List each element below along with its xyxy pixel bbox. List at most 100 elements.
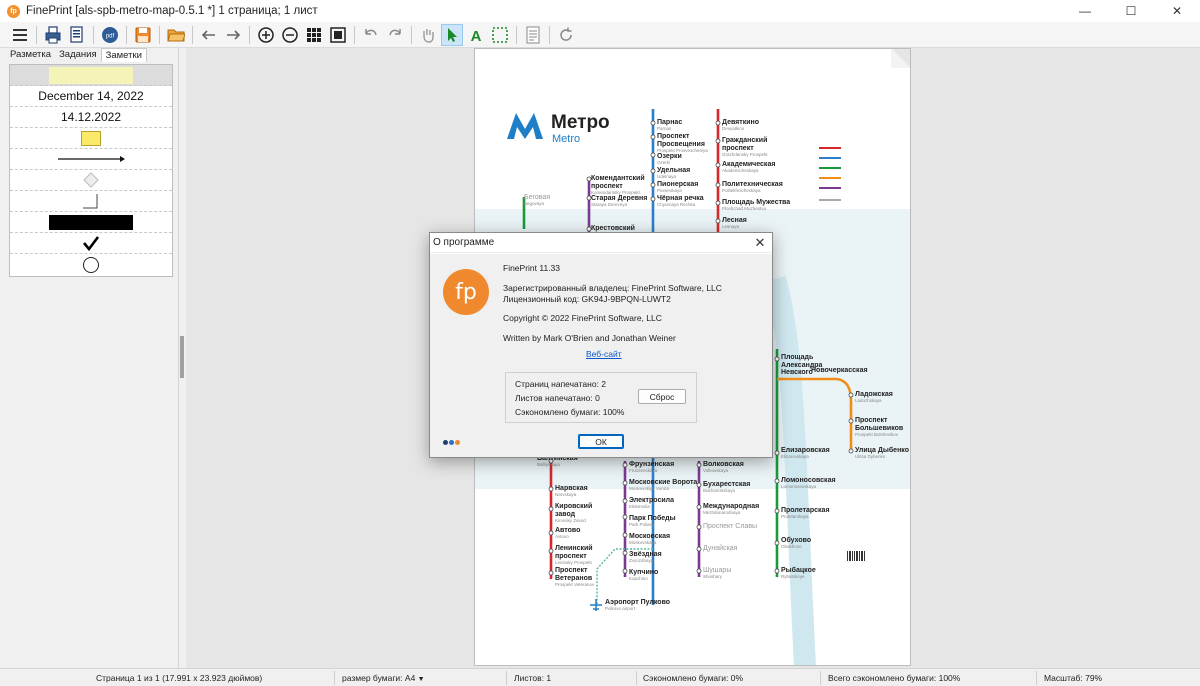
- dialog-body: fp FinePrint 11.33 Зарегистрированный вл…: [430, 254, 772, 457]
- status-separator: [820, 671, 821, 685]
- close-window-button[interactable]: ✕: [1154, 0, 1200, 22]
- note-arrow-item[interactable]: [10, 149, 172, 170]
- page-setup-button[interactable]: [522, 24, 544, 46]
- status-paper-saved: Сэкономлено бумаги: 0%: [643, 673, 744, 683]
- station-leninsky-en: Leninsky Prospekt: [555, 560, 592, 565]
- print-button[interactable]: [42, 24, 64, 46]
- arrow-right-icon: [227, 29, 241, 40]
- minimize-button[interactable]: —: [1062, 0, 1108, 22]
- station-prosv: Проспект Просвещения: [657, 133, 705, 148]
- tab-markup[interactable]: Разметка: [6, 48, 55, 62]
- thumbnails-button[interactable]: [303, 24, 325, 46]
- redo-button[interactable]: [384, 24, 406, 46]
- station-avtovo-en: Avtovo: [555, 534, 569, 539]
- zoom-out-icon: [282, 26, 298, 43]
- station-bolshevikov-en: Prospekt Bolshevikov: [855, 432, 899, 437]
- select-tool-button[interactable]: [441, 23, 463, 46]
- diamond-icon: [83, 172, 99, 188]
- refresh-button[interactable]: [555, 24, 577, 46]
- pdf-button[interactable]: pdf: [99, 24, 121, 46]
- note-date-long-item[interactable]: December 14, 2022: [10, 86, 172, 107]
- ok-button[interactable]: ОК: [578, 434, 624, 449]
- status-total-saved: Всего сэкономлено бумаги: 100%: [828, 673, 961, 683]
- airplane-icon: [590, 599, 602, 611]
- pages-printed: Страниц напечатано: 2: [515, 379, 606, 389]
- station-novocherkasskaya: Новочеркасская: [811, 367, 868, 374]
- station-veteranov-en: Prospekt Veteranov: [555, 582, 595, 587]
- note-date-short-item[interactable]: 14.12.2022: [10, 107, 172, 128]
- station-komendantsky: Комендантский проспект: [591, 175, 645, 190]
- station-kupchino-en: Kupchino: [629, 576, 648, 581]
- zoom-in-button[interactable]: [255, 24, 277, 46]
- toolbar-separator: [516, 25, 517, 44]
- website-link[interactable]: Веб-сайт: [586, 349, 622, 359]
- undo-icon: [365, 28, 377, 35]
- print-preview-button[interactable]: [66, 24, 88, 46]
- note-shape-item[interactable]: [10, 170, 172, 191]
- dialog-close-button[interactable]: ✕: [752, 235, 768, 251]
- toolbar-separator: [159, 25, 160, 44]
- text-tool-button[interactable]: A: [465, 24, 487, 46]
- station-grazhdansky-en: Grazhdansky Prospekt: [722, 152, 768, 157]
- station-akademicheskaya-en: Akademicheskaya: [722, 168, 759, 173]
- station-rybatskoye-en: Rybatskoye: [781, 574, 805, 579]
- note-highlight-item[interactable]: [10, 65, 172, 86]
- station-park-pobedy-en: Park Pobedy: [629, 522, 655, 527]
- panel-splitter[interactable]: [178, 48, 186, 668]
- folder-open-icon: [167, 29, 185, 41]
- note-check-item[interactable]: [10, 233, 172, 254]
- station-volkovskaya-en: Volkovskaya: [703, 468, 729, 473]
- station-ozerki-en: Ozerki: [657, 160, 671, 165]
- station-udelnaya-en: Udelnaya: [657, 174, 677, 179]
- sticky-note-icon: [81, 130, 101, 146]
- crop-tool-button[interactable]: [489, 24, 511, 46]
- fit-page-icon: [330, 26, 346, 43]
- save-button[interactable]: [132, 24, 154, 46]
- zoom-out-button[interactable]: [279, 24, 301, 46]
- notes-list: December 14, 2022 14.12.2022: [9, 64, 173, 277]
- maximize-button[interactable]: ☐: [1108, 0, 1154, 22]
- station-elizarovskaya-en: Elizarovskaya: [781, 454, 809, 459]
- fineprint-app-icon: fp: [7, 4, 20, 18]
- splitter-grip[interactable]: [180, 336, 184, 378]
- station-proletarskaya-en: Proletarskaya: [781, 514, 809, 519]
- license-code: Лицензионный код: GK94J-9BPQN-LUWT2: [503, 294, 671, 304]
- product-version: FinePrint 11.33: [503, 263, 561, 273]
- station-mosk-vorota-en: Moskovskiye Vorota: [629, 486, 670, 491]
- station-muzhestva-en: Ploshchad Muzhestva: [722, 206, 767, 211]
- status-separator: [1036, 671, 1037, 685]
- open-button[interactable]: [165, 24, 187, 46]
- fit-page-button[interactable]: [327, 24, 349, 46]
- left-panel: Разметка Задания Заметки December 14, 20…: [0, 48, 178, 668]
- station-bolshevikov: Проспект Большевиков: [855, 417, 904, 432]
- back-button[interactable]: [198, 24, 220, 46]
- hamburger-icon: [13, 28, 27, 41]
- note-corner-item[interactable]: [10, 191, 172, 212]
- hand-icon: [423, 28, 434, 43]
- station-frunzenskaya-en: Frunzenskaya: [629, 468, 658, 473]
- tab-jobs[interactable]: Задания: [55, 48, 101, 62]
- station-lesnaya-en: Lesnaya: [722, 224, 740, 229]
- menu-button[interactable]: [9, 24, 31, 46]
- pan-tool-button[interactable]: [417, 24, 439, 46]
- status-separator: [506, 671, 507, 685]
- chevron-down-icon: ▼: [417, 676, 425, 683]
- status-separator: [636, 671, 637, 685]
- status-bar: Страница 1 из 1 (17.991 x 23.923 дюймов)…: [0, 668, 1200, 686]
- tab-notes[interactable]: Заметки: [100, 48, 147, 62]
- status-zoom: Масштаб: 79%: [1044, 673, 1103, 683]
- note-sticky-item[interactable]: [10, 128, 172, 149]
- station-narvskaya-en: Narvskaya: [555, 492, 577, 497]
- toolbar-separator: [354, 25, 355, 44]
- undo-button[interactable]: [360, 24, 382, 46]
- reset-button[interactable]: Сброс: [638, 389, 686, 404]
- status-separator: [334, 671, 335, 685]
- note-black-bar-item[interactable]: [10, 212, 172, 233]
- document-lines-icon: [526, 26, 540, 43]
- barcode-icon: [847, 551, 865, 561]
- authors-text: Written by Mark O'Brien and Jonathan Wei…: [503, 333, 676, 343]
- note-circle-item[interactable]: [10, 254, 172, 275]
- station-pionerskaya-en: Pionerskaya: [657, 188, 682, 193]
- paper-size-dropdown[interactable]: размер бумаги: A4 ▼: [342, 673, 425, 683]
- forward-button[interactable]: [222, 24, 244, 46]
